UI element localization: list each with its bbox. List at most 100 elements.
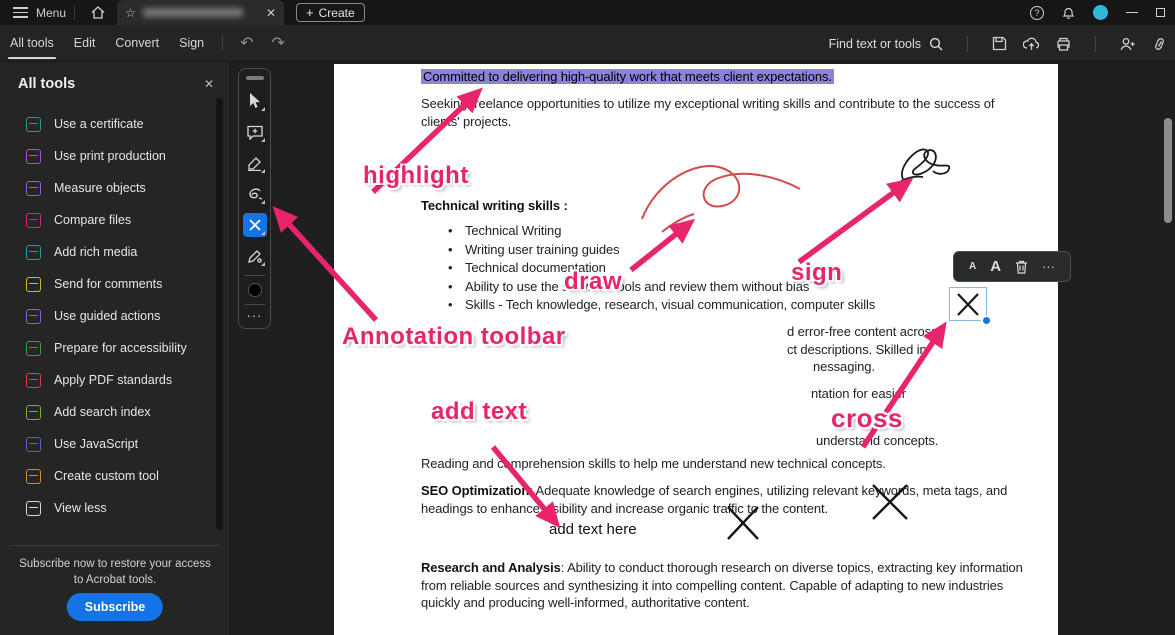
find-text-or-tools[interactable]: Find text or tools [829, 37, 943, 51]
link-icon[interactable] [1152, 37, 1167, 51]
menu-label[interactable]: Menu [36, 6, 66, 20]
add-user-icon[interactable] [1120, 37, 1136, 51]
tab-all-tools[interactable]: All tools [0, 25, 64, 62]
add-comment-tool-icon[interactable] [243, 120, 267, 144]
find-label: Find text or tools [829, 37, 921, 51]
print-icon[interactable] [1056, 37, 1071, 51]
sidebar-tool-item[interactable]: Add rich media [0, 236, 230, 268]
tool-label: Add search index [54, 405, 151, 419]
sidebar-tool-item[interactable]: View less [0, 492, 230, 524]
seo-heading: SEO Optimization [421, 483, 529, 498]
user-avatar[interactable] [1093, 5, 1108, 20]
tool-label: Add rich media [54, 245, 137, 259]
redo-icon[interactable]: ↷ [263, 33, 294, 53]
section-heading: Technical writing skills : [421, 197, 568, 215]
annotation-more-options-icon[interactable]: ··· [1042, 259, 1055, 274]
undo-icon[interactable]: ↶ [231, 33, 262, 53]
sidebar-tool-item[interactable]: Compare files [0, 204, 230, 236]
tool-icon [26, 501, 41, 516]
draw-tool-icon[interactable] [243, 182, 267, 206]
home-button[interactable] [83, 0, 113, 25]
divider [245, 275, 265, 276]
sidebar-tool-item[interactable]: Use JavaScript [0, 428, 230, 460]
tool-icon [26, 213, 41, 228]
tool-list: Use a certificate Use print production M… [0, 108, 230, 524]
tool-label: Prepare for accessibility [54, 341, 187, 355]
select-tool-icon[interactable] [243, 89, 267, 113]
callout-sign: sign [791, 259, 842, 287]
signature-annotation[interactable] [897, 143, 955, 187]
callout-highlight: highlight [363, 162, 469, 190]
menu-bar: All tools Edit Convert Sign ↶ ↷ Find tex… [0, 25, 1175, 62]
fill-and-sign-tool-icon[interactable] [243, 244, 267, 268]
sidebar-tool-item[interactable]: Apply PDF standards [0, 364, 230, 396]
cross-annotation[interactable] [869, 482, 911, 522]
bullet-item: Skills - Tech knowledge, research, visua… [465, 296, 875, 315]
tool-icon [26, 373, 41, 388]
delete-annotation-button[interactable] [1015, 260, 1028, 274]
search-icon [929, 37, 943, 51]
cross-out-tool-icon[interactable] [243, 213, 267, 237]
maximize-button[interactable] [1156, 8, 1165, 17]
highlight-annotation[interactable]: Committed to delivering high-quality wor… [421, 69, 834, 84]
tab-edit[interactable]: Edit [64, 25, 106, 62]
tool-label: Use guided actions [54, 309, 160, 323]
sidebar-tool-item[interactable]: Use guided actions [0, 300, 230, 332]
panel-close-icon[interactable]: ✕ [204, 77, 214, 91]
create-button[interactable]: + Create [296, 3, 365, 22]
sidebar-tool-item[interactable]: Send for comments [0, 268, 230, 300]
color-swatch-black[interactable] [248, 283, 262, 297]
toolbar-more-options-icon[interactable]: ··· [247, 312, 263, 320]
panel-header: All tools ✕ [0, 62, 230, 102]
document-scrollbar[interactable] [1164, 118, 1172, 223]
decrease-text-size-button[interactable]: A [969, 261, 976, 272]
subscribe-promo-text: Subscribe now to restore your access to … [14, 557, 216, 588]
tab-sign[interactable]: Sign [169, 25, 214, 62]
cloud-upload-icon[interactable] [1023, 37, 1040, 51]
sidebar-tool-item[interactable]: Prepare for accessibility [0, 332, 230, 364]
subscribe-button[interactable]: Subscribe [67, 593, 163, 621]
tool-label: Measure objects [54, 181, 146, 195]
divider [245, 304, 265, 305]
tab-convert[interactable]: Convert [105, 25, 169, 62]
tab-close-icon[interactable]: ✕ [266, 6, 276, 20]
document-canvas: Committed to delivering high-quality wor… [230, 62, 1175, 635]
tool-icon [26, 117, 41, 132]
sidebar-tool-item[interactable]: Create custom tool [0, 460, 230, 492]
cross-annotation[interactable] [724, 504, 762, 542]
annotation-resize-handle[interactable] [981, 315, 992, 326]
tool-icon [26, 149, 41, 164]
create-label: Create [319, 6, 355, 20]
tool-icon [26, 341, 41, 356]
divider [1095, 36, 1096, 52]
panel-title: All tools [18, 76, 75, 92]
sidebar-scrollbar[interactable] [216, 98, 223, 530]
highlight-tool-icon[interactable] [243, 151, 267, 175]
text-fragment: ct descriptions. Skilled in [787, 342, 927, 357]
acrobat-window: Menu ☆ ✕ + Create ? All tools Edit Conve… [0, 0, 1175, 635]
added-text-annotation[interactable]: add text here [549, 521, 637, 538]
all-tools-panel: All tools ✕ Use a certificate Use print … [0, 62, 230, 635]
increase-text-size-button[interactable]: A [990, 258, 1001, 275]
star-icon[interactable]: ☆ [125, 6, 136, 20]
sidebar-tool-item[interactable]: Use print production [0, 140, 230, 172]
paragraph: Reading and comprehension skills to help… [421, 455, 886, 473]
save-icon[interactable] [992, 36, 1007, 51]
sidebar-tool-item[interactable]: Add search index [0, 396, 230, 428]
tool-icon [26, 245, 41, 260]
highlighted-sentence[interactable]: Committed to delivering high-quality wor… [421, 68, 834, 86]
selected-cross-annotation[interactable] [949, 287, 987, 321]
freehand-draw-annotation[interactable] [634, 144, 809, 234]
help-icon[interactable]: ? [1030, 6, 1044, 20]
hamburger-menu-icon[interactable] [13, 7, 28, 18]
notifications-bell-icon[interactable] [1062, 6, 1075, 20]
minimize-button[interactable] [1126, 12, 1138, 14]
text-fragment: nessaging. [813, 359, 875, 374]
sidebar-tool-item[interactable]: Measure objects [0, 172, 230, 204]
document-tab[interactable]: ☆ ✕ [117, 0, 284, 25]
divider [967, 36, 968, 52]
toolbar-drag-handle[interactable] [246, 76, 264, 80]
tool-label: Use JavaScript [54, 437, 138, 451]
seo-paragraph: SEO Optimization: Adequate knowledge of … [421, 482, 1021, 517]
sidebar-tool-item[interactable]: Use a certificate [0, 108, 230, 140]
